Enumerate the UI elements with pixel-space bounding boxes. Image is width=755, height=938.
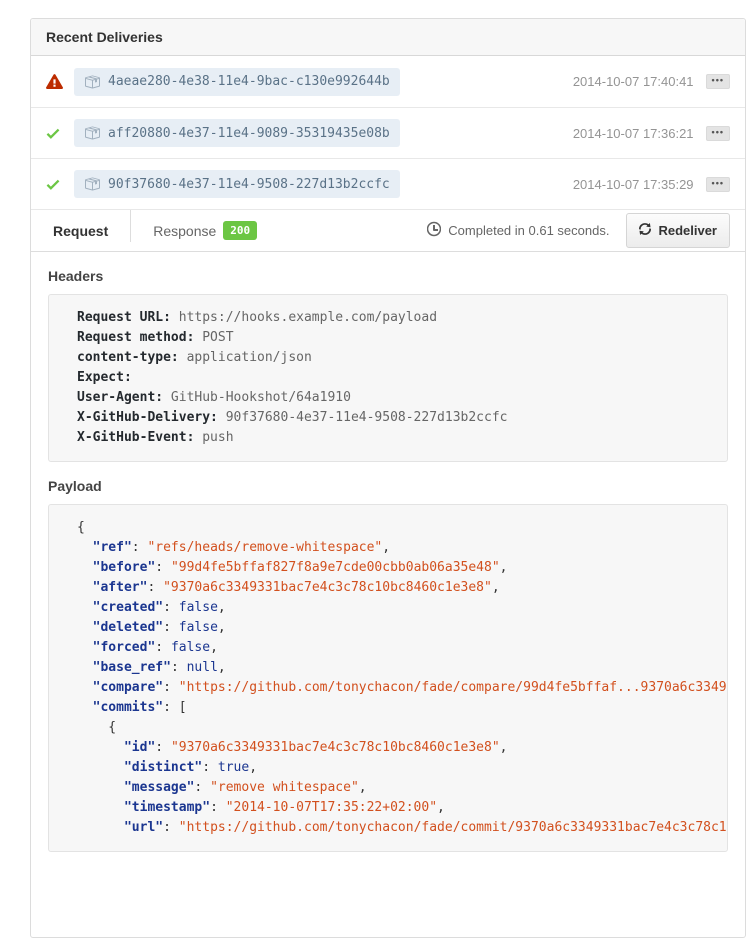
check-icon xyxy=(46,125,64,142)
tab-response[interactable]: Response 200 xyxy=(131,210,279,251)
header-name: X-GitHub-Delivery: xyxy=(77,410,218,425)
header-name: Request method: xyxy=(77,330,194,345)
header-value: POST xyxy=(194,330,233,345)
payload-line: "after": "9370a6c3349331bac7e4c3c78c10bc… xyxy=(77,578,699,598)
delivery-guid: aff20880-4e37-11e4-9089-35319435e08b xyxy=(108,126,390,141)
delivery-options-button[interactable]: ••• xyxy=(706,177,730,192)
deliveries-list: 4aeae280-4e38-11e4-9bac-c130e992644b 2014… xyxy=(31,56,745,209)
payload-line: "distinct": true, xyxy=(77,758,699,778)
completion-info: Completed in 0.61 seconds. Redeliver xyxy=(427,213,745,248)
payload-line: "compare": "https://github.com/tonychaco… xyxy=(77,678,699,698)
delivery-row: aff20880-4e37-11e4-9089-35319435e08b 2014… xyxy=(31,107,745,158)
payload-line: { xyxy=(77,718,699,738)
request-header-line: X-GitHub-Delivery: 90f37680-4e37-11e4-95… xyxy=(77,408,699,428)
delivery-timestamp: 2014-10-07 17:35:29 xyxy=(573,177,694,192)
check-icon xyxy=(46,176,64,193)
header-value: application/json xyxy=(179,350,312,365)
payload-line: "timestamp": "2014-10-07T17:35:22+02:00"… xyxy=(77,798,699,818)
delivery-guid-chip[interactable]: 90f37680-4e37-11e4-9508-227d13b2ccfc xyxy=(74,170,400,198)
payload-line: "commits": [ xyxy=(77,698,699,718)
header-name: Request URL: xyxy=(77,310,171,325)
request-header-line: Request method: POST xyxy=(77,328,699,348)
request-header-line: Expect: xyxy=(77,368,699,388)
header-name: User-Agent: xyxy=(77,390,163,405)
sync-icon xyxy=(639,221,651,240)
delivery-guid-chip[interactable]: 4aeae280-4e38-11e4-9bac-c130e992644b xyxy=(74,68,400,96)
payload-heading: Payload xyxy=(48,478,728,494)
request-header-line: content-type: application/json xyxy=(77,348,699,368)
payload-line: "deleted": false, xyxy=(77,618,699,638)
header-value: push xyxy=(194,430,233,445)
redeliver-label: Redeliver xyxy=(658,223,717,238)
delivery-guid-chip[interactable]: aff20880-4e37-11e4-9089-35319435e08b xyxy=(74,119,400,147)
delivery-detail-body: Headers Request URL: https://hooks.examp… xyxy=(31,268,745,852)
delivery-options-button[interactable]: ••• xyxy=(706,74,730,89)
clock-icon xyxy=(427,221,441,240)
completed-text: Completed in 0.61 seconds. xyxy=(448,223,609,238)
package-icon xyxy=(84,176,100,192)
header-name: content-type: xyxy=(77,350,179,365)
header-name: X-GitHub-Event: xyxy=(77,430,194,445)
payload-line: "ref": "refs/heads/remove-whitespace", xyxy=(77,538,699,558)
headers-box: Request URL: https://hooks.example.com/p… xyxy=(48,294,728,462)
redeliver-button[interactable]: Redeliver xyxy=(626,213,730,248)
header-value: https://hooks.example.com/payload xyxy=(171,310,437,325)
request-header-line: User-Agent: GitHub-Hookshot/64a1910 xyxy=(77,388,699,408)
delivery-options-button[interactable]: ••• xyxy=(706,126,730,141)
panel-title: Recent Deliveries xyxy=(46,29,163,45)
package-icon xyxy=(84,74,100,90)
delivery-detail-tabbar: Request Response 200 Completed in 0.61 s… xyxy=(31,209,745,252)
payload-line: "id": "9370a6c3349331bac7e4c3c78c10bc846… xyxy=(77,738,699,758)
header-value: GitHub-Hookshot/64a1910 xyxy=(163,390,351,405)
headers-heading: Headers xyxy=(48,268,728,284)
delivery-guid: 90f37680-4e37-11e4-9508-227d13b2ccfc xyxy=(108,177,390,192)
payload-line: "base_ref": null, xyxy=(77,658,699,678)
payload-line: "url": "https://github.com/tonychacon/fa… xyxy=(77,818,699,838)
package-icon xyxy=(84,125,100,141)
request-header-line: X-GitHub-Event: push xyxy=(77,428,699,448)
payload-line: "forced": false, xyxy=(77,638,699,658)
delivery-row: 4aeae280-4e38-11e4-9bac-c130e992644b 2014… xyxy=(31,56,745,107)
panel-header: Recent Deliveries xyxy=(31,19,745,56)
payload-line: "created": false, xyxy=(77,598,699,618)
payload-line: "message": "remove whitespace", xyxy=(77,778,699,798)
header-name: Expect: xyxy=(77,370,132,385)
payload-line: { xyxy=(77,518,699,538)
tab-response-label: Response xyxy=(153,223,216,239)
alert-icon xyxy=(46,73,64,90)
delivery-guid: 4aeae280-4e38-11e4-9bac-c130e992644b xyxy=(108,74,390,89)
payload-line: "before": "99d4fe5bffaf827f8a9e7cde00cbb… xyxy=(77,558,699,578)
delivery-row: 90f37680-4e37-11e4-9508-227d13b2ccfc 2014… xyxy=(31,158,745,209)
request-header-line: Request URL: https://hooks.example.com/p… xyxy=(77,308,699,328)
recent-deliveries-panel: Recent Deliveries 4aeae280-4e38-11e4-9ba… xyxy=(30,18,746,938)
delivery-timestamp: 2014-10-07 17:36:21 xyxy=(573,126,694,141)
tab-request-label: Request xyxy=(53,223,108,239)
response-status-badge: 200 xyxy=(223,221,257,240)
header-value: 90f37680-4e37-11e4-9508-227d13b2ccfc xyxy=(218,410,508,425)
delivery-timestamp: 2014-10-07 17:40:41 xyxy=(573,74,694,89)
tab-request[interactable]: Request xyxy=(31,210,130,251)
